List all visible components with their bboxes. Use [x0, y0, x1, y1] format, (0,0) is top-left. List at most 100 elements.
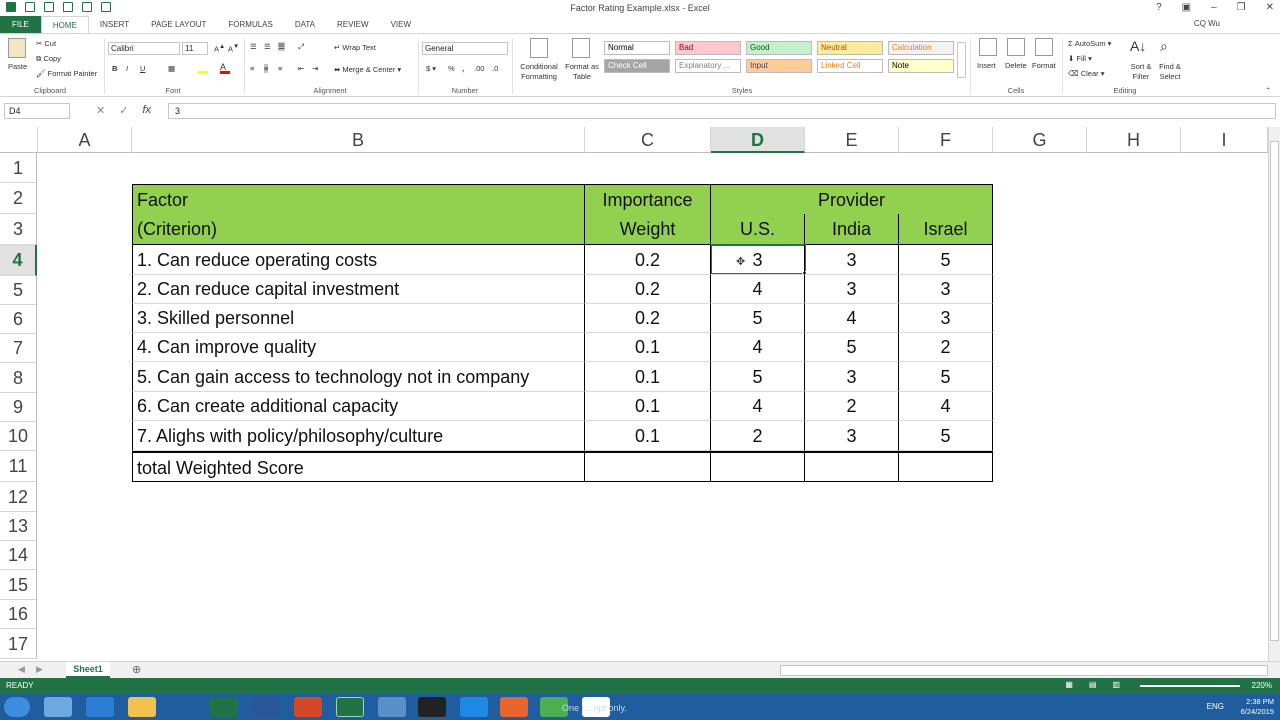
total-india-cell[interactable] [805, 451, 899, 482]
cell-style-normal[interactable]: Normal [604, 41, 670, 55]
header-provider[interactable]: Provider [711, 184, 993, 214]
align-middle-icon[interactable]: ☰ [264, 42, 271, 51]
align-left-icon[interactable]: ≡ [250, 64, 254, 73]
align-top-icon[interactable]: ☰ [250, 42, 257, 51]
worksheet-grid[interactable]: A B C D E F G H I Factor (Criterion) Imp… [0, 127, 1268, 661]
tab-data[interactable]: DATA [284, 16, 326, 33]
row-header-1[interactable]: 1 [0, 153, 37, 183]
clear-button[interactable]: ⌫ Clear ▾ [1068, 69, 1105, 78]
row-header-9[interactable]: 9 [0, 393, 37, 422]
grow-font-icon[interactable]: A▲ [214, 43, 225, 54]
factor-weight[interactable]: 0.1 [585, 362, 711, 392]
header-us[interactable]: U.S. [711, 214, 805, 245]
score-india[interactable]: 3 [805, 421, 899, 451]
factor-weight[interactable]: 0.1 [585, 392, 711, 421]
page-break-view-icon[interactable]: ▥ [1112, 680, 1120, 689]
conditional-formatting-button[interactable]: Conditional Formatting [516, 62, 562, 82]
row-header-13[interactable]: 13 [0, 512, 37, 541]
factor-name[interactable]: 4. Can improve quality [132, 333, 585, 362]
cell-style-linked-cell[interactable]: Linked Cell [817, 59, 883, 73]
factor-name[interactable]: 7. Alighs with policy/philosophy/culture [132, 421, 585, 451]
score-us[interactable]: 3 [711, 245, 805, 275]
firefox-icon[interactable] [500, 697, 528, 717]
score-india[interactable]: 3 [805, 245, 899, 275]
tab-view[interactable]: VIEW [380, 16, 422, 33]
row-header-4[interactable]: 4 [0, 245, 37, 276]
factor-weight[interactable]: 0.1 [585, 333, 711, 362]
cell-style-input[interactable]: Input [746, 59, 812, 73]
score-israel[interactable]: 3 [899, 275, 993, 304]
score-us[interactable]: 5 [711, 362, 805, 392]
folder-icon[interactable] [128, 697, 156, 717]
number-format-combo[interactable]: General [422, 42, 508, 55]
fill-color-icon[interactable] [198, 62, 208, 74]
excel-taskbar-icon[interactable] [210, 697, 238, 717]
header-importance[interactable]: Importance [585, 184, 711, 214]
copy-button[interactable]: ⧉ Copy [36, 54, 61, 64]
sheet-tab-sheet1[interactable]: Sheet1 [66, 662, 110, 678]
column-header-e[interactable]: E [805, 127, 899, 153]
row-header-12[interactable]: 12 [0, 482, 37, 512]
total-us-cell[interactable] [711, 451, 805, 482]
column-header-b[interactable]: B [132, 127, 585, 153]
row-header-15[interactable]: 15 [0, 570, 37, 600]
find-select-button[interactable]: Find & Select [1154, 62, 1186, 82]
increase-decimal-icon[interactable]: .00 [474, 64, 484, 73]
cell-style-note[interactable]: Note [888, 59, 954, 73]
app-icon[interactable] [378, 697, 406, 717]
merge-center-button[interactable]: ⬌ Merge & Center ▾ [334, 65, 401, 74]
column-header-a[interactable]: A [38, 127, 132, 153]
format-as-table-icon[interactable] [572, 38, 590, 58]
factor-weight[interactable]: 0.2 [585, 245, 711, 275]
currency-icon[interactable]: $ ▾ [426, 64, 436, 73]
row-header-10[interactable]: 10 [0, 422, 37, 451]
row-header-14[interactable]: 14 [0, 541, 37, 570]
system-clock[interactable]: 2:38 PM 6/24/2015 [1241, 697, 1274, 717]
factor-name[interactable]: 1. Can reduce operating costs [132, 245, 585, 275]
row-header-2[interactable]: 2 [0, 183, 37, 214]
start-button-icon[interactable] [4, 697, 30, 717]
powerpoint-icon[interactable] [294, 697, 322, 717]
row-header-7[interactable]: 7 [0, 334, 37, 363]
autosum-button[interactable]: Σ AutoSum ▾ [1068, 39, 1111, 48]
select-all-corner[interactable] [0, 127, 38, 153]
factor-name[interactable]: 5. Can gain access to technology not in … [132, 362, 585, 392]
cut-button[interactable]: ✂ Cut [36, 39, 56, 48]
row-header-11[interactable]: 11 [0, 451, 37, 482]
row-header-3[interactable]: 3 [0, 214, 37, 245]
zoom-level[interactable]: 220% [1252, 681, 1272, 690]
score-israel[interactable]: 5 [899, 421, 993, 451]
tab-home[interactable]: HOME [40, 16, 89, 33]
row-header-8[interactable]: 8 [0, 363, 37, 393]
total-weight-cell[interactable] [585, 451, 711, 482]
minimize-icon[interactable]: – [1211, 2, 1217, 13]
header-criterion[interactable]: (Criterion) [132, 214, 585, 245]
comma-icon[interactable]: , [462, 64, 464, 73]
score-india[interactable]: 5 [805, 333, 899, 362]
header-israel[interactable]: Israel [899, 214, 993, 245]
score-india[interactable]: 3 [805, 275, 899, 304]
name-box[interactable]: D4 [4, 103, 70, 119]
format-button[interactable]: Format [1032, 61, 1056, 70]
borders-icon[interactable]: ▦ [168, 64, 175, 73]
score-india[interactable]: 4 [805, 304, 899, 333]
align-center-icon[interactable]: ≡ [264, 64, 269, 73]
column-header-g[interactable]: G [993, 127, 1087, 153]
decrease-decimal-icon[interactable]: .0 [492, 64, 498, 73]
format-painter-button[interactable]: 🖌 Format Painter [36, 69, 97, 78]
page-layout-view-icon[interactable]: ▤ [1089, 680, 1097, 689]
paste-icon[interactable] [8, 38, 26, 58]
user-account[interactable]: CQ Wu [1194, 19, 1220, 28]
column-header-c[interactable]: C [585, 127, 711, 153]
zoom-slider[interactable] [1140, 685, 1240, 687]
cell-style-explanatory[interactable]: Explanatory ... [675, 59, 741, 73]
cell-style-bad[interactable]: Bad [675, 41, 741, 55]
fill-button[interactable]: ⬇ Fill ▾ [1068, 54, 1092, 63]
font-color-icon[interactable]: A [220, 62, 230, 74]
total-israel-cell[interactable] [899, 451, 993, 482]
horizontal-scrollbar[interactable] [780, 665, 1268, 676]
delete-button[interactable]: Delete [1005, 61, 1027, 70]
normal-view-icon[interactable]: ▦ [1065, 680, 1073, 689]
italic-icon[interactable]: I [126, 64, 128, 73]
fx-icon[interactable]: fx [142, 104, 151, 117]
